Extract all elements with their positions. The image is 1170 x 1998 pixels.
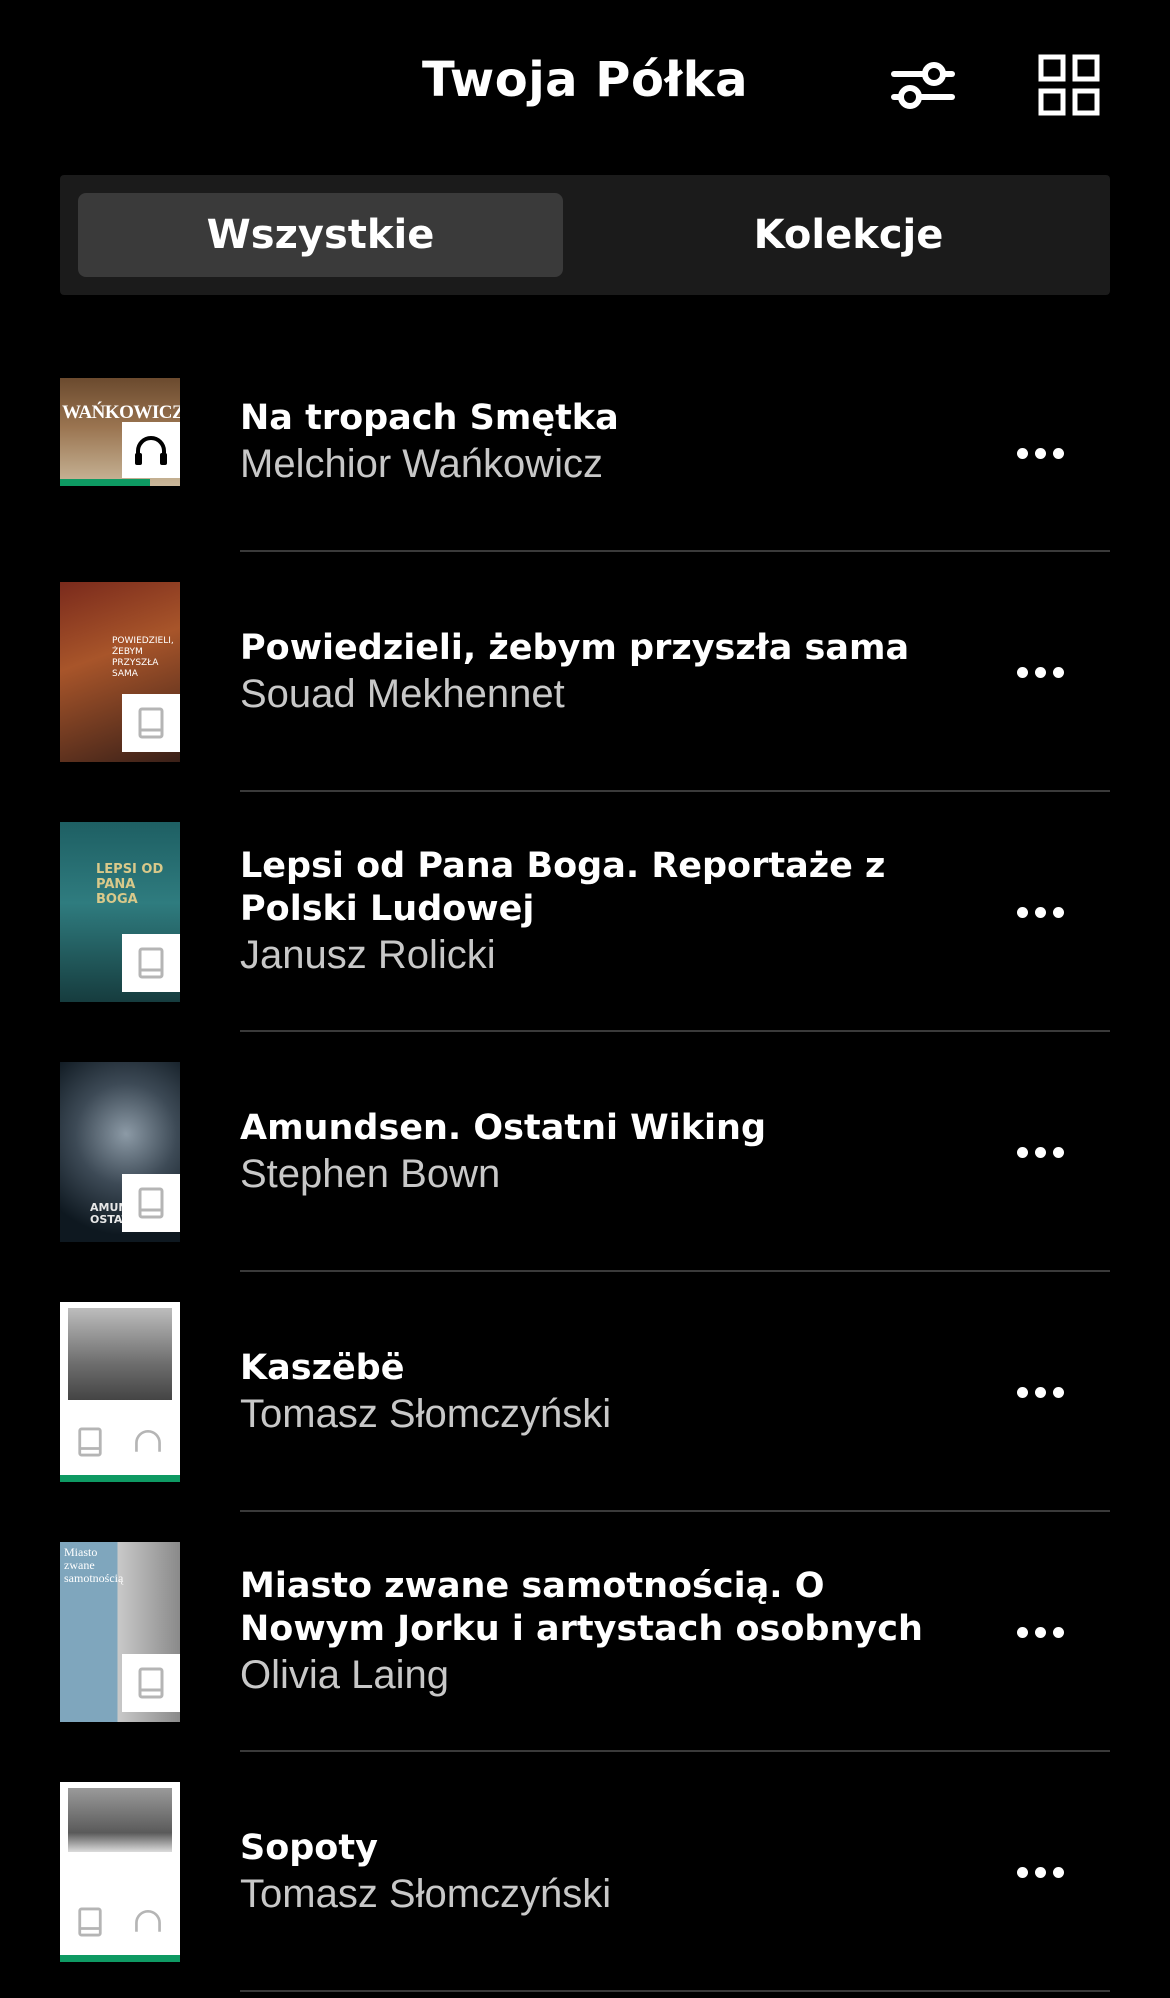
book-cover: LEPSI OD PANA BOGA xyxy=(60,822,180,1002)
book-cover: WAŃKOWICZ xyxy=(60,378,180,486)
book-title: Sopoty xyxy=(240,1827,378,1868)
book-info: Lepsi od Pana Boga. Reportaże z Polski L… xyxy=(240,792,980,1032)
headphones-icon xyxy=(135,1910,161,1932)
headphones-icon xyxy=(135,436,167,465)
list-item[interactable]: LEPSI OD PANA BOGA Lepsi od Pana Boga. R… xyxy=(0,792,1170,1032)
book-title: Kaszëbë xyxy=(240,1347,405,1388)
audiobook-badge xyxy=(132,1426,164,1462)
more-options-button[interactable] xyxy=(1005,1372,1075,1412)
ebook-badge xyxy=(76,1426,104,1462)
ebook-icon xyxy=(138,707,164,739)
book-author: Janusz Rolicki xyxy=(240,933,496,977)
progress-bar xyxy=(60,1955,180,1962)
book-info: Amundsen. Ostatni Wiking Stephen Bown xyxy=(240,1032,980,1272)
book-title: Lepsi od Pana Boga. Reportaże z Polski L… xyxy=(240,846,886,929)
book-cover: Miasto zwane samotnością xyxy=(60,1542,180,1722)
grid-view-icon xyxy=(1038,54,1100,116)
tab-collections[interactable]: Kolekcje xyxy=(606,193,1091,277)
tab-all[interactable]: Wszystkie xyxy=(78,193,563,277)
book-list: WAŃKOWICZ Na tropach Smętka Melchior Wań… xyxy=(0,312,1170,1992)
book-author: Tomasz Słomczyński xyxy=(240,1391,612,1436)
book-cover xyxy=(60,1782,180,1962)
grid-view-button[interactable] xyxy=(1034,52,1104,118)
ebook-icon xyxy=(78,1427,102,1457)
cover-title-text: Miasto zwane samotnością xyxy=(64,1545,124,1585)
more-options-button[interactable] xyxy=(1005,1852,1075,1892)
book-info: Na tropach Smętka Melchior Wańkowicz xyxy=(240,312,980,552)
cover-title-text: WAŃKOWICZ xyxy=(62,402,180,423)
book-cover xyxy=(60,1302,180,1482)
book-author: Souad Mekhennet xyxy=(240,671,565,716)
progress-bar xyxy=(60,1475,180,1482)
book-author: Melchior Wańkowicz xyxy=(240,441,604,486)
more-options-button[interactable] xyxy=(1005,1132,1075,1172)
book-info: Powiedzieli, żebym przyszła sama Souad M… xyxy=(240,552,980,792)
book-title: Amundsen. Ostatni Wiking xyxy=(240,1107,767,1148)
list-item[interactable]: Sopoty Tomasz Słomczyński xyxy=(0,1752,1170,1992)
more-options-button[interactable] xyxy=(1005,433,1075,473)
list-item[interactable]: Miasto zwane samotnością Miasto zwane sa… xyxy=(0,1512,1170,1752)
cover-photo xyxy=(68,1308,172,1400)
audiobook-badge xyxy=(122,422,180,478)
ebook-icon xyxy=(78,1907,102,1937)
ebook-badge xyxy=(76,1906,104,1942)
book-author: Stephen Bown xyxy=(240,1151,501,1196)
book-info: Miasto zwane samotnością. O Nowym Jorku … xyxy=(240,1512,980,1752)
progress-bar xyxy=(60,479,150,486)
list-item[interactable]: POWIEDZIELI, ŻEBYM PRZYSZŁA SAMA Powiedz… xyxy=(0,552,1170,792)
filter-button[interactable] xyxy=(888,52,958,118)
list-item[interactable]: WAŃKOWICZ Na tropach Smętka Melchior Wań… xyxy=(0,312,1170,552)
sliders-icon xyxy=(891,62,955,109)
book-info: Sopoty Tomasz Słomczyński xyxy=(240,1752,980,1992)
headphones-icon xyxy=(135,1430,161,1452)
ebook-icon xyxy=(138,947,164,979)
book-title: Miasto zwane samotnością. O Nowym Jorku … xyxy=(240,1566,923,1649)
ebook-badge xyxy=(122,1174,180,1232)
book-title: Powiedzieli, żebym przyszła sama xyxy=(240,627,910,668)
book-info: Kaszëbë Tomasz Słomczyński xyxy=(240,1272,980,1512)
header: Twoja Półka xyxy=(0,0,1170,170)
audiobook-badge xyxy=(132,1906,164,1942)
cover-photo xyxy=(68,1788,172,1852)
book-title: Na tropach Smętka xyxy=(240,397,619,438)
cover-title-text: POWIEDZIELI, ŻEBYM PRZYSZŁA SAMA xyxy=(112,636,174,679)
divider xyxy=(240,1990,1110,1992)
ebook-icon xyxy=(138,1187,164,1219)
book-cover: POWIEDZIELI, ŻEBYM PRZYSZŁA SAMA xyxy=(60,582,180,762)
more-options-button[interactable] xyxy=(1005,652,1075,692)
cover-title-text: LEPSI OD PANA BOGA xyxy=(96,862,164,907)
page-title: Twoja Półka xyxy=(421,52,749,108)
ebook-badge xyxy=(122,1654,180,1712)
book-author: Tomasz Słomczyński xyxy=(240,1871,612,1916)
book-author: Olivia Laing xyxy=(240,1653,450,1697)
ebook-icon xyxy=(138,1667,164,1699)
ebook-badge xyxy=(122,694,180,752)
list-item[interactable]: Kaszëbë Tomasz Słomczyński xyxy=(0,1272,1170,1512)
list-item[interactable]: AMUN OSTATN Amundsen. Ostatni Wiking Ste… xyxy=(0,1032,1170,1272)
book-cover: AMUN OSTATN xyxy=(60,1062,180,1242)
more-options-button[interactable] xyxy=(1005,1612,1075,1652)
more-options-button[interactable] xyxy=(1005,892,1075,932)
shelf-tabs: Wszystkie Kolekcje xyxy=(60,175,1110,295)
ebook-badge xyxy=(122,934,180,992)
